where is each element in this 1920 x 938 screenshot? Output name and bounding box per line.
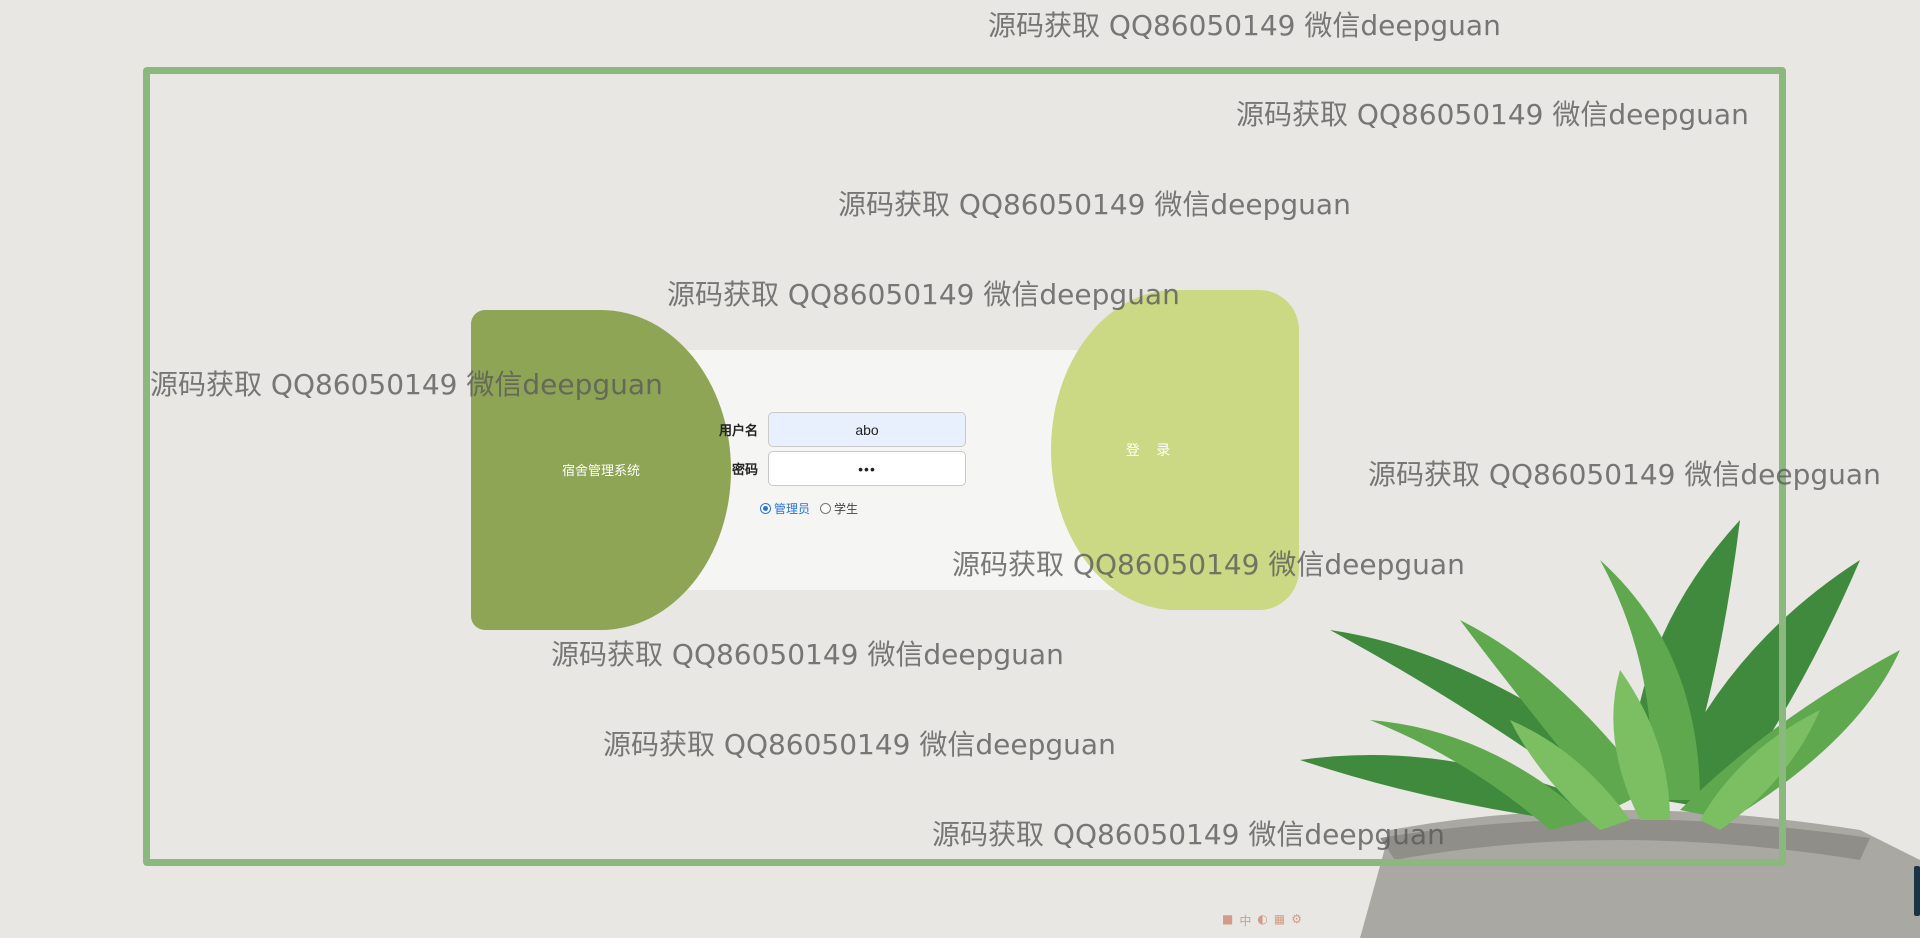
role-label-student: 学生 [834, 502, 859, 516]
moon-icon: ◐ [1257, 912, 1268, 926]
ime-toolbar: ■ 中 ◐ ▦ ⚙ [1222, 912, 1302, 929]
username-row: 用户名 [680, 412, 966, 447]
gear-icon: ⚙ [1291, 912, 1302, 926]
role-radio-group: 管理员 学生 [760, 500, 858, 517]
ime-logo-icon: ■ [1222, 912, 1234, 926]
keyboard-icon: ▦ [1273, 912, 1286, 926]
password-label: 密码 [731, 463, 758, 478]
username-input[interactable] [768, 412, 966, 447]
scrollbar-thumb[interactable] [1914, 866, 1920, 916]
username-label: 用户名 [718, 424, 758, 439]
role-label-admin: 管理员 [774, 502, 811, 516]
password-input[interactable] [768, 451, 966, 486]
role-radio-admin[interactable]: 管理员 [760, 500, 810, 517]
ime-mode-label: 中 [1239, 914, 1252, 928]
watermark-text: 源码获取 QQ86050149 微信deepguan [988, 9, 1501, 42]
login-button[interactable]: 登 录 [1051, 440, 1251, 460]
login-button-panel[interactable]: 登 录 [1051, 290, 1299, 610]
radio-unchecked-icon[interactable] [820, 503, 832, 514]
radio-checked-icon[interactable] [760, 503, 771, 514]
role-radio-student[interactable]: 学生 [820, 500, 858, 517]
login-page: 宿舍管理系统 用户名 密码 管理员 学生 登 录 源码获取 QQ86050149… [0, 0, 1920, 938]
password-row: 密码 [680, 451, 966, 486]
